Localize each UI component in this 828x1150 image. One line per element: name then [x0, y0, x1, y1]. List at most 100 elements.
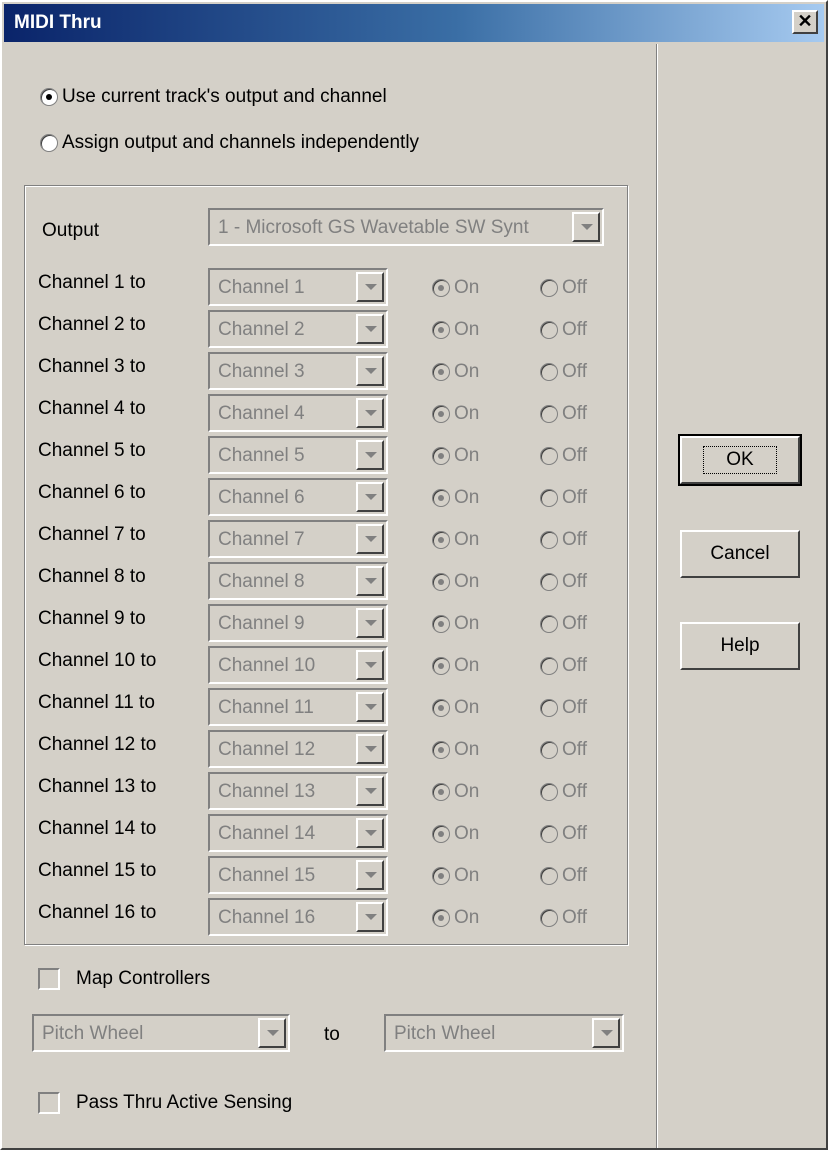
chevron-down-icon[interactable] — [258, 1018, 286, 1048]
channel-off-radio[interactable]: Off — [540, 571, 587, 593]
channel-off-radio[interactable]: Off — [540, 487, 587, 509]
channel-label: Channel 7 to — [38, 524, 146, 545]
off-label: Off — [562, 529, 587, 550]
channel-select[interactable]: Channel 8 — [208, 562, 388, 600]
channel-select[interactable]: Channel 14 — [208, 814, 388, 852]
channel-on-radio[interactable]: On — [432, 361, 479, 383]
channel-value: Channel 5 — [218, 445, 305, 466]
close-button[interactable]: ✕ — [792, 10, 818, 34]
map-controllers-checkbox[interactable] — [38, 968, 60, 990]
radio-checked-icon — [432, 489, 450, 507]
chevron-down-icon[interactable] — [356, 524, 384, 554]
chevron-down-icon[interactable] — [356, 860, 384, 890]
chevron-down-icon[interactable] — [356, 440, 384, 470]
channel-select[interactable]: Channel 3 — [208, 352, 388, 390]
channel-on-radio[interactable]: On — [432, 403, 479, 425]
chevron-down-icon[interactable] — [356, 692, 384, 722]
chevron-down-icon[interactable] — [356, 566, 384, 596]
channel-on-radio[interactable]: On — [432, 781, 479, 803]
channel-on-radio[interactable]: On — [432, 487, 479, 509]
channel-off-radio[interactable]: Off — [540, 319, 587, 341]
channel-on-radio[interactable]: On — [432, 571, 479, 593]
channel-select[interactable]: Channel 4 — [208, 394, 388, 432]
channel-value: Channel 2 — [218, 319, 305, 340]
help-button[interactable]: Help — [680, 622, 800, 670]
chevron-down-icon[interactable] — [356, 482, 384, 512]
channel-select[interactable]: Channel 15 — [208, 856, 388, 894]
on-label: On — [454, 487, 480, 508]
channel-on-radio[interactable]: On — [432, 445, 479, 467]
channel-on-radio[interactable]: On — [432, 907, 479, 929]
chevron-down-icon[interactable] — [356, 734, 384, 764]
on-label: On — [454, 445, 480, 466]
chevron-down-icon[interactable] — [356, 398, 384, 428]
channel-select[interactable]: Channel 2 — [208, 310, 388, 348]
controller-from-select[interactable]: Pitch Wheel — [32, 1014, 290, 1052]
channel-label: Channel 14 to — [38, 818, 157, 839]
channel-select[interactable]: Channel 5 — [208, 436, 388, 474]
radio-unchecked-icon — [540, 909, 558, 927]
channel-on-radio[interactable]: On — [432, 319, 479, 341]
channel-select[interactable]: Channel 7 — [208, 520, 388, 558]
channel-value: Channel 6 — [218, 487, 305, 508]
active-sensing-checkbox[interactable] — [38, 1092, 60, 1114]
channel-on-radio[interactable]: On — [432, 865, 479, 887]
channel-on-radio[interactable]: On — [432, 823, 479, 845]
channel-select[interactable]: Channel 16 — [208, 898, 388, 936]
chevron-down-icon[interactable] — [356, 356, 384, 386]
channel-on-radio[interactable]: On — [432, 277, 479, 299]
channel-on-radio[interactable]: On — [432, 529, 479, 551]
chevron-down-icon[interactable] — [356, 776, 384, 806]
off-label: Off — [562, 739, 587, 760]
channel-select[interactable]: Channel 12 — [208, 730, 388, 768]
channel-on-radio[interactable]: On — [432, 697, 479, 719]
radio-assign-independently[interactable]: Assign output and channels independently — [40, 132, 419, 154]
channel-select[interactable]: Channel 10 — [208, 646, 388, 684]
radio-use-current-track[interactable]: Use current track's output and channel — [40, 86, 387, 108]
channel-off-radio[interactable]: Off — [540, 403, 587, 425]
channel-off-radio[interactable]: Off — [540, 655, 587, 677]
chevron-down-icon[interactable] — [356, 818, 384, 848]
chevron-down-icon[interactable] — [356, 608, 384, 638]
chevron-down-icon[interactable] — [356, 272, 384, 302]
channel-on-radio[interactable]: On — [432, 613, 479, 635]
chevron-down-icon[interactable] — [356, 902, 384, 932]
help-button-label: Help — [720, 635, 760, 656]
channel-select[interactable]: Channel 9 — [208, 604, 388, 642]
channel-label: Channel 8 to — [38, 566, 146, 587]
off-label: Off — [562, 403, 587, 424]
channel-off-radio[interactable]: Off — [540, 907, 587, 929]
channel-off-radio[interactable]: Off — [540, 697, 587, 719]
chevron-down-icon[interactable] — [356, 314, 384, 344]
channel-off-radio[interactable]: Off — [540, 277, 587, 299]
channel-off-radio[interactable]: Off — [540, 739, 587, 761]
channel-off-radio[interactable]: Off — [540, 445, 587, 467]
output-select[interactable]: 1 - Microsoft GS Wavetable SW Synt — [208, 208, 604, 246]
channel-off-radio[interactable]: Off — [540, 529, 587, 551]
output-label: Output — [42, 220, 100, 241]
channel-select[interactable]: Channel 13 — [208, 772, 388, 810]
on-label: On — [454, 865, 480, 886]
chevron-down-icon[interactable] — [572, 212, 600, 242]
ok-button[interactable]: OK — [678, 434, 802, 486]
channel-off-radio[interactable]: Off — [540, 361, 587, 383]
channel-off-radio[interactable]: Off — [540, 613, 587, 635]
chevron-down-icon[interactable] — [356, 650, 384, 680]
channel-off-radio[interactable]: Off — [540, 823, 587, 845]
controller-to-select[interactable]: Pitch Wheel — [384, 1014, 624, 1052]
on-label: On — [454, 613, 480, 634]
channel-value: Channel 14 — [218, 823, 316, 844]
channel-select[interactable]: Channel 11 — [208, 688, 388, 726]
channel-select[interactable]: Channel 6 — [208, 478, 388, 516]
channel-on-radio[interactable]: On — [432, 739, 479, 761]
channel-on-radio[interactable]: On — [432, 655, 479, 677]
radio-checked-icon — [40, 88, 58, 106]
channel-off-radio[interactable]: Off — [540, 865, 587, 887]
radio-unchecked-icon — [540, 699, 558, 717]
channel-select[interactable]: Channel 1 — [208, 268, 388, 306]
radio-checked-icon — [432, 363, 450, 381]
cancel-button[interactable]: Cancel — [680, 530, 800, 578]
channel-off-radio[interactable]: Off — [540, 781, 587, 803]
chevron-down-icon[interactable] — [592, 1018, 620, 1048]
channel-value: Channel 1 — [218, 277, 305, 298]
